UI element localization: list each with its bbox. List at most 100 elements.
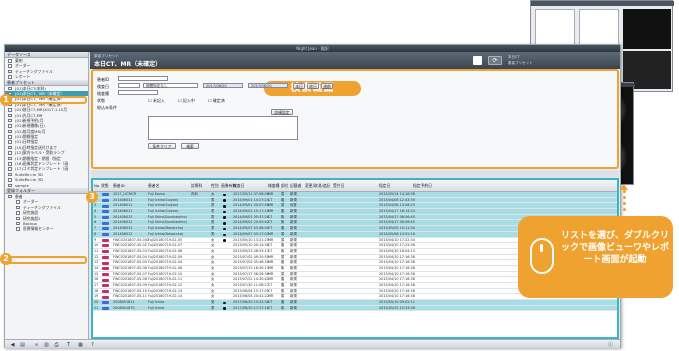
list-icon <box>16 205 20 210</box>
list-icon <box>16 216 20 221</box>
status-badge <box>102 204 109 208</box>
lock-icon[interactable]: ▦ <box>77 342 84 348</box>
table-header: No 状態 患者ID 患者名 診療科 性別 画像有無 検査日 検査種 部位 記載者 変更/取消/追記受… <box>93 180 617 192</box>
table-cell: 男 <box>211 305 215 310</box>
image-available-icon <box>223 205 226 208</box>
column-header[interactable]: 指定予約日 <box>413 183 432 189</box>
column-header[interactable]: 状態 <box>101 183 109 189</box>
sidebar-preset-item-label: [10]日時指定送付けまで <box>15 144 57 150</box>
sidebar-folder-item-label: 患者 <box>15 193 23 199</box>
dotted-arrow <box>623 190 626 193</box>
sidebar-preset-item-label: SuiteRe=m 3D <box>15 171 43 177</box>
patient-id-input[interactable] <box>118 76 168 81</box>
table-row[interactable]: 21 2008001870 Fuji Ichiro 男 2017/06/20 17:27… <box>93 305 617 312</box>
list-icon <box>8 59 12 63</box>
sidebar-preset-item-label: (01)期間指定 <box>15 134 38 140</box>
list-icon <box>8 113 12 118</box>
exam-date-mode-select[interactable]: 期間指定なし <box>143 83 198 88</box>
exam-date-select[interactable] <box>118 83 140 88</box>
sidebar-folder-item-label: 研究施設2 <box>23 215 41 221</box>
bottom-toolbar: ◀ ▤ ∞ ▥ ⎙ T ▦ ? ⓘ <box>5 339 620 348</box>
table-cell: 2015/05/10 15:33:58 <box>379 305 415 310</box>
image-available-icon <box>223 222 226 225</box>
sidebar-preset-item-label: sample <box>15 182 29 188</box>
image-available-icon <box>223 233 226 236</box>
column-header[interactable]: 記載者 <box>290 183 301 189</box>
table-cell: 2017/06/20 17:27:18 <box>233 305 269 310</box>
detail-settings-button[interactable]: 詳細設定 <box>271 109 293 115</box>
label-exam-date: 検査日 <box>97 84 109 89</box>
list-icon <box>8 86 12 91</box>
list-icon <box>8 145 12 150</box>
table-cell: 21 <box>94 305 99 310</box>
status-badge <box>102 193 109 197</box>
status-option-unwritten[interactable]: ☐ 未記入 <box>148 98 165 104</box>
label-status: 状態 <box>97 98 105 103</box>
clear-conditions-button[interactable]: 条件クリア <box>148 143 176 149</box>
speaker-icon[interactable]: ◀ <box>9 342 16 348</box>
column-header[interactable]: 患者ID <box>113 183 125 189</box>
keyword-condition-box[interactable] <box>148 116 298 140</box>
list-icon <box>8 69 12 74</box>
header-link-1[interactable]: 本日CT <box>508 55 520 60</box>
image-available-icon <box>223 199 226 202</box>
column-header[interactable]: 検査日 <box>233 183 244 189</box>
label-keyword: 絞込み条件 <box>97 105 117 110</box>
header-link-2[interactable]: 患者プリセット <box>508 61 533 66</box>
status-option-writing[interactable]: ☐ 記入中 <box>178 98 195 104</box>
image-available-icon <box>223 307 226 310</box>
sidebar-preset-item-18[interactable]: sample <box>5 183 88 188</box>
highlight-preset <box>4 96 87 104</box>
help-icon[interactable]: ? <box>89 342 96 348</box>
date-from-input[interactable]: 2017/06/20 <box>203 83 243 88</box>
marker-1: 1 <box>0 94 12 106</box>
list-icon <box>8 75 12 79</box>
window-titlebar: Night Jean · 翻訳 <box>5 45 620 52</box>
status-badge <box>102 233 109 237</box>
arrow-head-icon <box>620 184 628 190</box>
week-button[interactable]: 週前 <box>321 82 333 89</box>
status-badge <box>102 278 109 282</box>
print-icon[interactable]: ▤ <box>19 342 26 348</box>
print-preview-icon[interactable]: ⎙ <box>53 342 60 348</box>
search-button[interactable]: 検索 <box>181 143 199 149</box>
sidebar-preset-item-label: (01)日時指定 <box>15 139 38 145</box>
today-button[interactable]: 本日 <box>293 82 305 89</box>
status-badge <box>102 301 109 305</box>
list-icon <box>8 183 12 188</box>
column-header[interactable]: 指定日 <box>379 183 390 189</box>
date-to-input[interactable]: 2017/06/20 <box>248 83 288 88</box>
column-header[interactable]: 性別 <box>211 183 219 189</box>
sidebar-preset-item-label: (01)先月CT,MR <box>15 112 43 118</box>
column-header[interactable]: 受付日 <box>333 183 344 189</box>
sidebar-preset-item-label: [12]案内ラベル・受取ランプ <box>15 150 65 156</box>
table-cell: 2008001870 <box>113 305 135 310</box>
column-header[interactable]: 部位 <box>281 183 289 189</box>
binoculars-icon[interactable]: ∞ <box>33 342 40 348</box>
sidebar-preset-item-label: (01)前日CT,MR(2017.1.10月 <box>15 107 68 113</box>
refresh-button[interactable]: ⟳ <box>488 56 502 65</box>
exam-type-select[interactable] <box>118 90 158 95</box>
status-badge <box>102 216 109 220</box>
columns-icon[interactable]: ▥ <box>43 342 50 348</box>
column-header[interactable]: 検査種 <box>268 183 279 189</box>
column-header[interactable]: 変更/取消/追記 <box>305 183 330 189</box>
sidebar-folder-item-label: オーダー <box>23 199 39 205</box>
info-icon[interactable]: ⓘ <box>607 342 614 348</box>
status-option-confirmed[interactable]: ☐ 確定済 <box>208 98 225 104</box>
save-icon[interactable] <box>473 56 482 65</box>
mouse-icon <box>530 238 554 274</box>
page-title: 本日CT、MR（未確定） <box>94 61 162 68</box>
column-header[interactable]: 患者名 <box>148 183 159 189</box>
status-badge <box>102 210 109 214</box>
list-icon <box>8 172 12 177</box>
sidebar-data-item-3[interactable]: レポート <box>5 74 88 79</box>
yesterday-button[interactable]: 昨日 <box>307 82 319 89</box>
column-header[interactable]: No <box>94 183 99 188</box>
label-exam-type: 検査種 <box>97 91 109 96</box>
sidebar-folder-item-6[interactable]: 医療情報センター <box>5 226 88 231</box>
sidebar-folder-item-label: ティーチングファイル <box>23 204 61 210</box>
cursor-icon[interactable]: T <box>65 342 72 348</box>
status-badge <box>102 238 109 242</box>
column-header[interactable]: 診療科 <box>191 183 202 189</box>
